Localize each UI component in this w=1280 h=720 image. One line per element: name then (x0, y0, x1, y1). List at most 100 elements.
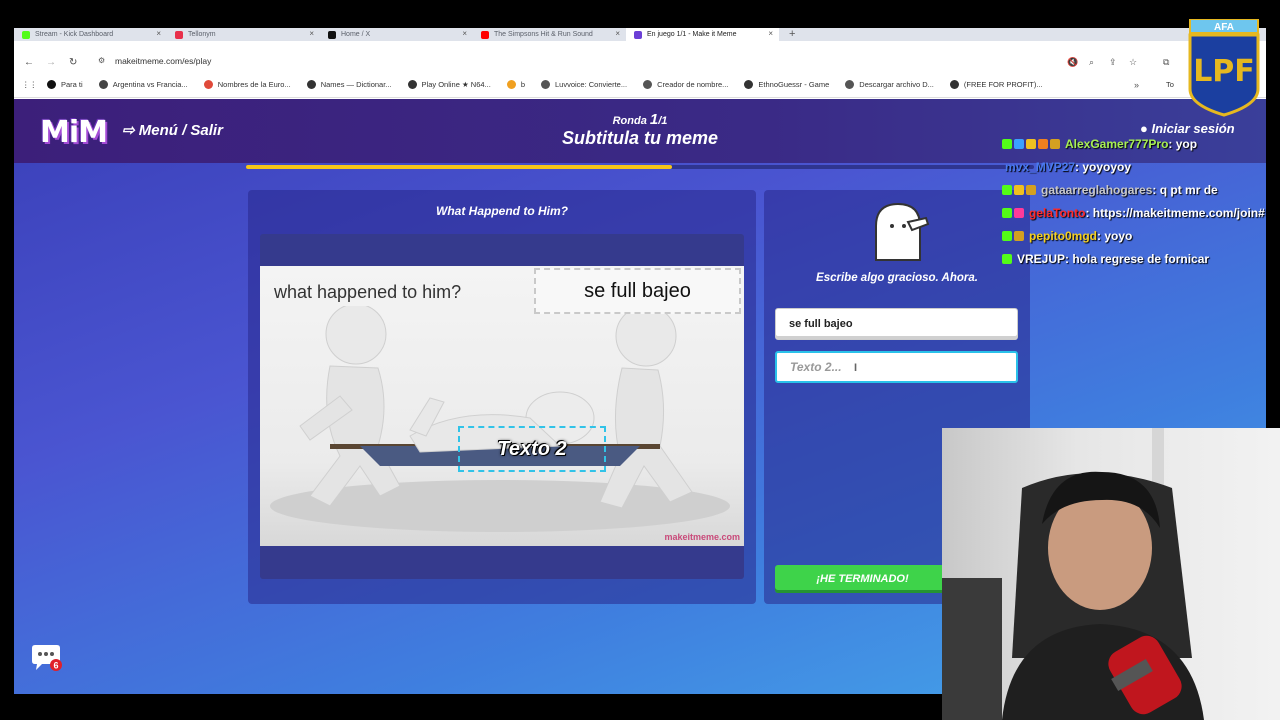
caption-input-1[interactable]: se full bajeo (775, 308, 1018, 340)
tab-title: The Simpsons Hit & Run Sound (494, 31, 593, 38)
url-field[interactable]: makeitmeme.com/es/play (115, 56, 211, 66)
chat-badge-icon (1014, 138, 1024, 149)
bookmarks-folder[interactable]: To (1166, 80, 1174, 89)
bookmark-label: EthnoGuessr - Game (758, 80, 830, 89)
chat-bubble-icon[interactable]: 6 (30, 644, 62, 672)
done-button[interactable]: ¡HE TERMINADO! (775, 565, 950, 593)
bookmark-label: Nombres de la Euro... (217, 80, 291, 89)
crest-letters: LPF (1193, 54, 1255, 89)
tab-close-icon[interactable]: × (615, 29, 620, 38)
bookmark-label: Descargar archivo D... (859, 80, 934, 89)
chat-badge-icon (1038, 138, 1048, 149)
new-tab-icon[interactable]: + (779, 28, 795, 41)
round-indicator: Ronda 1/1 (14, 111, 1266, 128)
chat-unread-count: 6 (53, 661, 58, 671)
chat-message: gelaTonto : https://makeitmeme.com/join# (1002, 201, 1280, 224)
meme-panel: What Happend to Him? what happened to hi… (248, 190, 756, 604)
ghost-mascot-icon (875, 202, 930, 261)
bookmark-item[interactable]: Names — Dictionar... (306, 80, 392, 89)
stream-chat: AlexGamer777Pro : yop mvx_MVP27 : yoyoyoy… (1002, 132, 1280, 270)
bookmark-favicon-icon (845, 80, 855, 89)
bookmark-label: b (520, 80, 525, 89)
chat-text: : q pt mr de (1152, 182, 1218, 197)
chat-badge-icon (1002, 230, 1012, 241)
bookmark-label: Luvvoice: Convierte... (554, 80, 628, 89)
tab-close-icon[interactable]: × (462, 29, 467, 38)
webcam-feed (942, 428, 1280, 720)
round-progress-fill (246, 165, 672, 169)
meme-caption: what happened to him? (274, 282, 462, 302)
zoom-icon[interactable]: ⌕ (1089, 57, 1094, 68)
bookmark-label: Play Online ★ N64... (421, 80, 491, 89)
tab-close-icon[interactable]: × (309, 29, 314, 38)
site-info-icon[interactable]: ⚙ (98, 56, 105, 65)
round-progress-bar (246, 165, 1034, 169)
chat-username: gelaTonto (1029, 205, 1086, 220)
bookmark-item[interactable]: Argentina vs Francia... (98, 80, 188, 89)
bookmark-favicon-icon (203, 80, 213, 89)
bookmark-item[interactable]: Creador de nombre... (643, 80, 728, 89)
lpf-crest-logo: AFA LPF (1188, 19, 1260, 117)
meme-frame: what happened to him? se full bajeo Text… (260, 234, 744, 579)
tab-close-icon[interactable]: × (156, 29, 161, 38)
bookmark-item[interactable]: EthnoGuessr - Game (744, 80, 829, 89)
tab-title: Tellonym (188, 31, 216, 38)
bookmark-item[interactable]: Descargar archivo D... (845, 80, 934, 89)
browser-tab[interactable]: En juego 1/1 - Make it Meme × (626, 28, 779, 41)
meme-text-box-1[interactable]: se full bajeo (534, 268, 741, 314)
bookmark-favicon-icon (306, 80, 316, 89)
chat-badge-icon (1026, 138, 1036, 149)
bookmark-item[interactable]: Para ti (47, 80, 83, 89)
browser-tab[interactable]: The Simpsons Hit & Run Sound × (473, 28, 626, 41)
chat-message: VREJUP : hola regrese de fornicar (1002, 247, 1280, 270)
bookmark-favicon-icon (506, 80, 516, 89)
chat-username: VREJUP (1017, 251, 1066, 266)
chat-username: AlexGamer777Pro (1065, 136, 1169, 151)
tab-title: Home / X (341, 31, 371, 38)
reload-icon[interactable]: ↻ (69, 57, 77, 68)
tab-favicon-icon (634, 30, 642, 39)
meme-image: what happened to him? se full bajeo Text… (260, 266, 744, 546)
text-cursor-icon: I (854, 362, 858, 374)
chat-badge-icon (1014, 184, 1024, 195)
tab-strip: Stream - Kick Dashboard × Tellonym × Home / … (14, 28, 1266, 41)
caption-input-2[interactable]: Texto 2... I (775, 351, 1018, 383)
chat-badge-icon (1002, 253, 1012, 264)
bookmark-item[interactable]: Play Online ★ N64... (407, 80, 491, 89)
bookmark-favicon-icon (540, 80, 550, 89)
crest-top-text: AFA (1214, 22, 1234, 33)
browser-tab[interactable]: Stream - Kick Dashboard × (14, 28, 167, 41)
apps-icon[interactable]: ⋮⋮ (22, 80, 37, 89)
instruction-text: Escribe algo gracioso. Ahora. (816, 272, 978, 284)
browser-tab[interactable]: Tellonym × (167, 28, 320, 41)
chat-badge-icon (1002, 184, 1012, 195)
tab-favicon-icon (22, 30, 30, 39)
chat-badge-icon (1050, 138, 1060, 149)
bookmark-item[interactable]: b (506, 80, 525, 89)
mute-icon[interactable]: 🔇 (1067, 57, 1078, 68)
chat-text: : hola regrese de fornicar (1065, 251, 1210, 266)
extensions-icon[interactable]: ⧉ (1163, 57, 1169, 68)
chat-text: : https://makeitmeme.com/join# (1085, 205, 1265, 220)
meme-template-title: What Happend to Him? (436, 204, 568, 218)
bookmark-star-icon[interactable]: ☆ (1129, 57, 1137, 68)
chat-message: gataarreglahogares : q pt mr de (1002, 178, 1280, 201)
bookmark-item[interactable]: Luvvoice: Convierte... (540, 80, 628, 89)
chat-text: : yoyoyoy (1075, 159, 1132, 174)
chat-text: : yoyo (1097, 228, 1133, 243)
chat-message: pepito0mgd : yoyo (1002, 224, 1280, 247)
forward-icon[interactable]: → (46, 57, 56, 68)
install-icon[interactable]: ⇪ (1109, 57, 1117, 68)
back-icon[interactable]: ← (24, 57, 34, 68)
meme-text-box-2[interactable]: Texto 2 (458, 426, 606, 472)
chat-message: AlexGamer777Pro : yop (1002, 132, 1280, 155)
tab-close-icon[interactable]: × (768, 29, 773, 38)
chat-username: mvx_MVP27 (1005, 159, 1076, 174)
browser-tab[interactable]: Home / X × (320, 28, 473, 41)
chat-username: pepito0mgd (1029, 228, 1097, 243)
bookmarks-overflow-icon[interactable]: » (1134, 80, 1139, 90)
chat-badge-icon (1014, 230, 1024, 241)
bookmark-favicon-icon (643, 80, 653, 89)
bookmark-item[interactable]: (FREE FOR PROFIT)... (949, 80, 1043, 89)
bookmark-item[interactable]: Nombres de la Euro... (203, 80, 291, 89)
